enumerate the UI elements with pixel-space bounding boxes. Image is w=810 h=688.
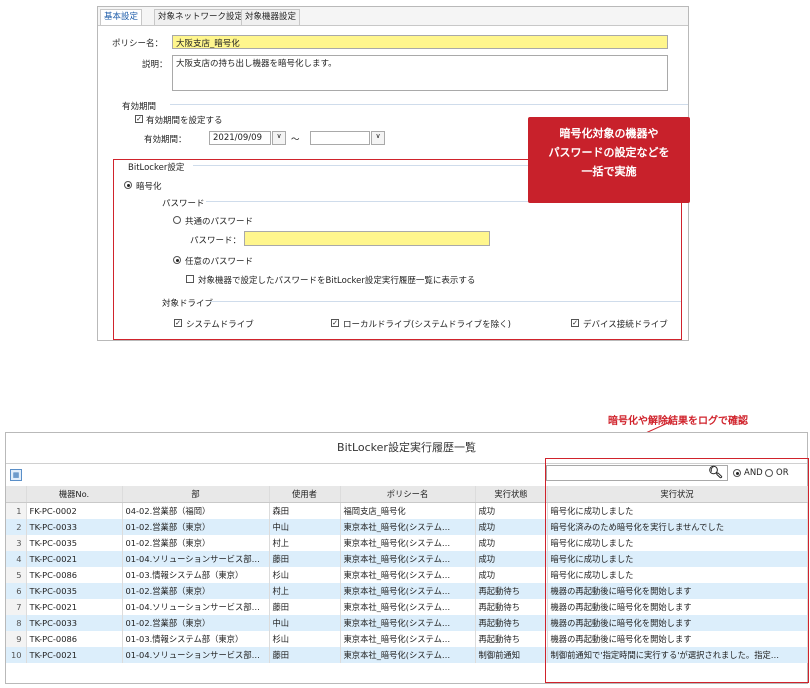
cell-user: 中山	[269, 519, 341, 535]
cell-exec-state: 制御前通知	[475, 647, 548, 663]
row-index: 7	[6, 599, 27, 615]
cell-department: 04-02.営業部（福岡）	[122, 502, 270, 519]
status-highlight-box	[545, 458, 809, 683]
tab-basic-settings[interactable]: 基本設定	[100, 9, 143, 25]
column-header-department[interactable]: 部	[122, 486, 270, 503]
callout-line: 暗号化対象の機器や	[559, 127, 659, 140]
cell-policy-name: 東京本社_暗号化(システム…	[340, 551, 476, 567]
column-header-exec-state[interactable]: 実行状態	[475, 486, 548, 503]
cell-department: 01-02.営業部（東京）	[122, 583, 270, 599]
policy-name-input[interactable]: 大阪支店_暗号化	[172, 35, 668, 49]
cell-department: 01-02.営業部（東京）	[122, 535, 270, 551]
cell-exec-state: 成功	[475, 551, 548, 567]
cell-exec-state: 再起動待ち	[475, 583, 548, 599]
settings-callout: 暗号化対象の機器や パスワードの設定などを 一括で実施	[528, 117, 690, 203]
callout-line: パスワードの設定などを	[548, 146, 670, 159]
cell-exec-state: 再起動待ち	[475, 631, 548, 647]
cell-policy-name: 東京本社_暗号化(システム…	[340, 631, 476, 647]
cell-user: 中山	[269, 615, 341, 631]
start-date-dropdown[interactable]: ∨	[272, 131, 286, 145]
cell-device-no: TK-PC-0035	[26, 535, 123, 551]
validity-checkbox[interactable]: ✓	[135, 115, 143, 123]
cell-device-no: TK-PC-0033	[26, 615, 123, 631]
row-index: 10	[6, 647, 27, 663]
cell-department: 01-02.営業部（東京）	[122, 519, 270, 535]
end-date-input[interactable]	[310, 131, 370, 145]
tilde-separator: ～	[291, 135, 300, 145]
validity-period-label: 有効期間：	[144, 135, 187, 145]
tab-device-settings[interactable]: 対象機器設定	[241, 9, 301, 25]
validity-checkbox-label: 有効期間を設定する	[146, 116, 223, 126]
cell-user: 藤田	[269, 647, 341, 663]
cell-device-no: TK-PC-0021	[26, 599, 123, 615]
cell-exec-state: 成功	[475, 502, 548, 519]
cell-device-no: TK-PC-0086	[26, 567, 123, 583]
divider	[170, 104, 688, 105]
cell-device-no: TK-PC-0021	[26, 647, 123, 663]
row-index: 2	[6, 519, 27, 535]
cell-department: 01-04.ソリューションサービス部…	[122, 647, 270, 663]
cell-user: 杉山	[269, 567, 341, 583]
cell-device-no: TK-PC-0086	[26, 631, 123, 647]
cell-department: 01-02.営業部（東京）	[122, 615, 270, 631]
callout-line: 一括で実施	[581, 165, 637, 178]
row-index: 1	[6, 502, 27, 519]
cell-policy-name: 東京本社_暗号化(システム…	[340, 647, 476, 663]
cell-policy-name: 東京本社_暗号化(システム…	[340, 615, 476, 631]
cell-policy-name: 東京本社_暗号化(システム…	[340, 599, 476, 615]
cell-exec-state: 成功	[475, 567, 548, 583]
cell-device-no: TK-PC-0021	[26, 551, 123, 567]
row-index: 4	[6, 551, 27, 567]
cell-user: 藤田	[269, 551, 341, 567]
column-header-user[interactable]: 使用者	[269, 486, 341, 503]
policy-name-label: ポリシー名：	[112, 39, 164, 49]
cell-department: 01-03.情報システム部（東京）	[122, 631, 270, 647]
cell-user: 藤田	[269, 599, 341, 615]
cell-policy-name: 東京本社_暗号化(システム…	[340, 567, 476, 583]
description-label: 説明：	[142, 60, 168, 70]
cell-department: 01-04.ソリューションサービス部…	[122, 551, 270, 567]
cell-user: 村上	[269, 583, 341, 599]
cell-user: 杉山	[269, 631, 341, 647]
chevron-down-icon: ∨	[276, 132, 282, 140]
cell-exec-state: 成功	[475, 519, 548, 535]
cell-exec-state: 再起動待ち	[475, 615, 548, 631]
column-header-device-no[interactable]: 機器No.	[26, 486, 123, 503]
cell-policy-name: 福岡支店_暗号化	[340, 502, 476, 519]
export-icon[interactable]: ▦	[10, 469, 22, 481]
row-index: 9	[6, 631, 27, 647]
row-index: 3	[6, 535, 27, 551]
tab-bar: 基本設定 対象ネットワーク設定 対象機器設定	[98, 7, 688, 26]
cell-device-no: TK-PC-0035	[26, 583, 123, 599]
validity-section-title: 有効期間	[122, 102, 157, 112]
description-textarea[interactable]: 大阪支店の持ち出し機器を暗号化します。	[172, 55, 668, 91]
cell-device-no: TK-PC-0033	[26, 519, 123, 535]
cell-user: 森田	[269, 502, 341, 519]
row-index: 5	[6, 567, 27, 583]
cell-department: 01-04.ソリューションサービス部…	[122, 599, 270, 615]
cell-policy-name: 東京本社_暗号化(システム…	[340, 535, 476, 551]
end-date-dropdown[interactable]: ∨	[371, 131, 385, 145]
tab-network-settings[interactable]: 対象ネットワーク設定	[154, 9, 248, 25]
cell-policy-name: 東京本社_暗号化(システム…	[340, 519, 476, 535]
cell-user: 村上	[269, 535, 341, 551]
row-index: 8	[6, 615, 27, 631]
column-header-policy-name[interactable]: ポリシー名	[340, 486, 476, 503]
cell-policy-name: 東京本社_暗号化(システム…	[340, 583, 476, 599]
cell-exec-state: 再起動待ち	[475, 599, 548, 615]
column-header-index	[6, 486, 27, 503]
cell-device-no: FK-PC-0002	[26, 502, 123, 519]
cell-exec-state: 成功	[475, 535, 548, 551]
row-index: 6	[6, 583, 27, 599]
chevron-down-icon: ∨	[375, 132, 381, 140]
cell-department: 01-03.情報システム部（東京）	[122, 567, 270, 583]
start-date-input[interactable]: 2021/09/09	[209, 131, 271, 145]
